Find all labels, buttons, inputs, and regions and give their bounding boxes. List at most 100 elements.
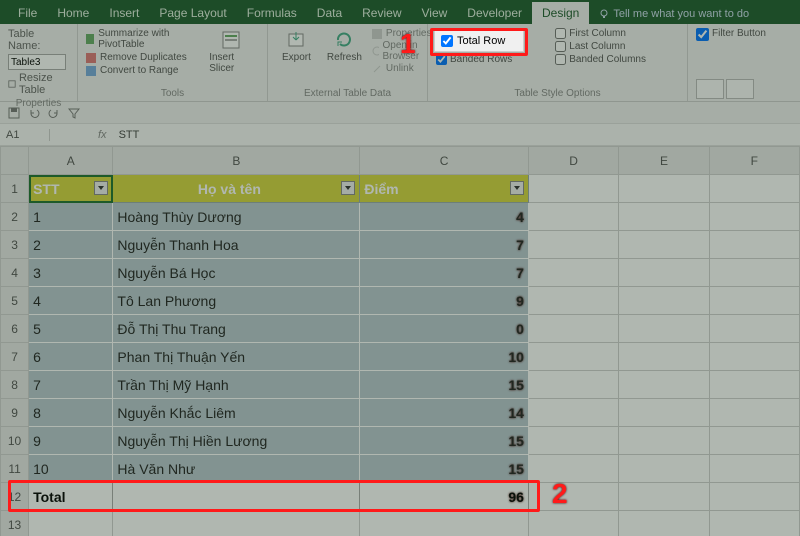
cell[interactable] (528, 343, 618, 371)
cell[interactable]: Nguyễn Bá Học (113, 259, 360, 287)
cell[interactable]: 7 (360, 259, 529, 287)
cell[interactable]: Nguyễn Khắc Liêm (113, 399, 360, 427)
cell[interactable]: Họ và tên (113, 175, 360, 203)
cell[interactable] (619, 427, 709, 455)
cell[interactable] (619, 259, 709, 287)
cell[interactable] (709, 315, 799, 343)
redo-icon[interactable] (48, 107, 60, 119)
row-header[interactable]: 12 (1, 483, 29, 511)
cell[interactable]: Điểm (360, 175, 529, 203)
tab-page-layout[interactable]: Page Layout (149, 2, 236, 24)
cell[interactable] (709, 175, 799, 203)
cell[interactable] (619, 231, 709, 259)
tab-data[interactable]: Data (307, 2, 352, 24)
row-header[interactable]: 1 (1, 175, 29, 203)
cell[interactable]: 15 (360, 427, 529, 455)
row-header[interactable]: 8 (1, 371, 29, 399)
export-button[interactable]: Export (276, 28, 317, 74)
cell[interactable] (709, 371, 799, 399)
cell[interactable]: 4 (360, 203, 529, 231)
cell[interactable] (528, 315, 618, 343)
cell[interactable]: 9 (29, 427, 113, 455)
cell[interactable]: 15 (360, 455, 529, 483)
col-header-E[interactable]: E (619, 147, 709, 175)
row-header[interactable]: 11 (1, 455, 29, 483)
cell[interactable]: 9 (360, 287, 529, 315)
cell[interactable]: Tô Lan Phương (113, 287, 360, 315)
row-header[interactable]: 5 (1, 287, 29, 315)
cell[interactable] (528, 203, 618, 231)
tab-home[interactable]: Home (47, 2, 99, 24)
cell[interactable]: Nguyễn Thị Hiền Lương (113, 427, 360, 455)
row-header[interactable]: 4 (1, 259, 29, 287)
cell[interactable] (528, 399, 618, 427)
col-header-F[interactable]: F (709, 147, 799, 175)
cell[interactable] (709, 203, 799, 231)
tell-me[interactable]: Tell me what you want to do (589, 4, 759, 24)
formula-value[interactable]: STT (115, 129, 144, 141)
filter-drop-icon[interactable] (94, 181, 108, 195)
cell[interactable] (619, 399, 709, 427)
summarize-pivot[interactable]: Summarize with PivotTable (86, 28, 197, 50)
cell[interactable] (113, 483, 360, 511)
cell[interactable] (113, 511, 360, 536)
cell-total-value[interactable]: 96 (360, 483, 529, 511)
cell[interactable] (528, 287, 618, 315)
cell[interactable]: Đỗ Thị Thu Trang (113, 315, 360, 343)
cell[interactable]: 2 (29, 231, 113, 259)
cell[interactable] (619, 511, 709, 536)
convert-range[interactable]: Convert to Range (86, 65, 178, 76)
row-header[interactable]: 7 (1, 343, 29, 371)
cell[interactable]: 1 (29, 203, 113, 231)
resize-table[interactable]: Resize Table (8, 72, 69, 96)
cell[interactable] (709, 511, 799, 536)
cell[interactable] (619, 287, 709, 315)
cell[interactable]: 8 (29, 399, 113, 427)
cell[interactable]: 10 (29, 455, 113, 483)
cell[interactable]: 3 (29, 259, 113, 287)
cell[interactable] (619, 315, 709, 343)
cell[interactable] (619, 371, 709, 399)
cell[interactable]: 7 (29, 371, 113, 399)
col-header-B[interactable]: B (113, 147, 360, 175)
tab-formulas[interactable]: Formulas (237, 2, 307, 24)
cell[interactable] (528, 427, 618, 455)
cell[interactable]: 0 (360, 315, 529, 343)
select-all-corner[interactable] (1, 147, 29, 175)
cell[interactable]: Hà Văn Như (113, 455, 360, 483)
cell[interactable] (619, 455, 709, 483)
cell[interactable]: Phan Thị Thuận Yến (113, 343, 360, 371)
cell[interactable]: 14 (360, 399, 529, 427)
cell[interactable] (528, 175, 618, 203)
row-header[interactable]: 13 (1, 511, 29, 536)
cell[interactable] (709, 259, 799, 287)
col-header-A[interactable]: A (29, 147, 113, 175)
row-header[interactable]: 6 (1, 315, 29, 343)
cell[interactable]: 4 (29, 287, 113, 315)
open-browser[interactable]: Open in Browser (372, 40, 432, 62)
undo-icon[interactable] (28, 107, 40, 119)
refresh-button[interactable]: Refresh (321, 28, 368, 74)
row-header[interactable]: 10 (1, 427, 29, 455)
row-header[interactable]: 9 (1, 399, 29, 427)
cell[interactable]: 6 (29, 343, 113, 371)
highlight-total-row-checkbox[interactable]: Total Row (434, 30, 524, 52)
cell[interactable]: Nguyễn Thanh Hoa (113, 231, 360, 259)
cell[interactable]: 5 (29, 315, 113, 343)
cell[interactable]: 15 (360, 371, 529, 399)
cell[interactable]: STT (29, 175, 113, 203)
cell[interactable] (709, 399, 799, 427)
tab-view[interactable]: View (412, 2, 458, 24)
cell[interactable] (709, 455, 799, 483)
cell[interactable] (528, 511, 618, 536)
cell[interactable]: Hoàng Thùy Dương (113, 203, 360, 231)
tab-developer[interactable]: Developer (457, 2, 532, 24)
cell[interactable] (709, 427, 799, 455)
total-row-checkbox[interactable] (441, 35, 453, 47)
cell[interactable] (528, 483, 618, 511)
filter-icon[interactable] (68, 107, 80, 119)
filter-drop-icon[interactable] (510, 181, 524, 195)
cell[interactable] (619, 343, 709, 371)
remove-duplicates[interactable]: Remove Duplicates (86, 52, 187, 63)
tab-insert[interactable]: Insert (99, 2, 149, 24)
